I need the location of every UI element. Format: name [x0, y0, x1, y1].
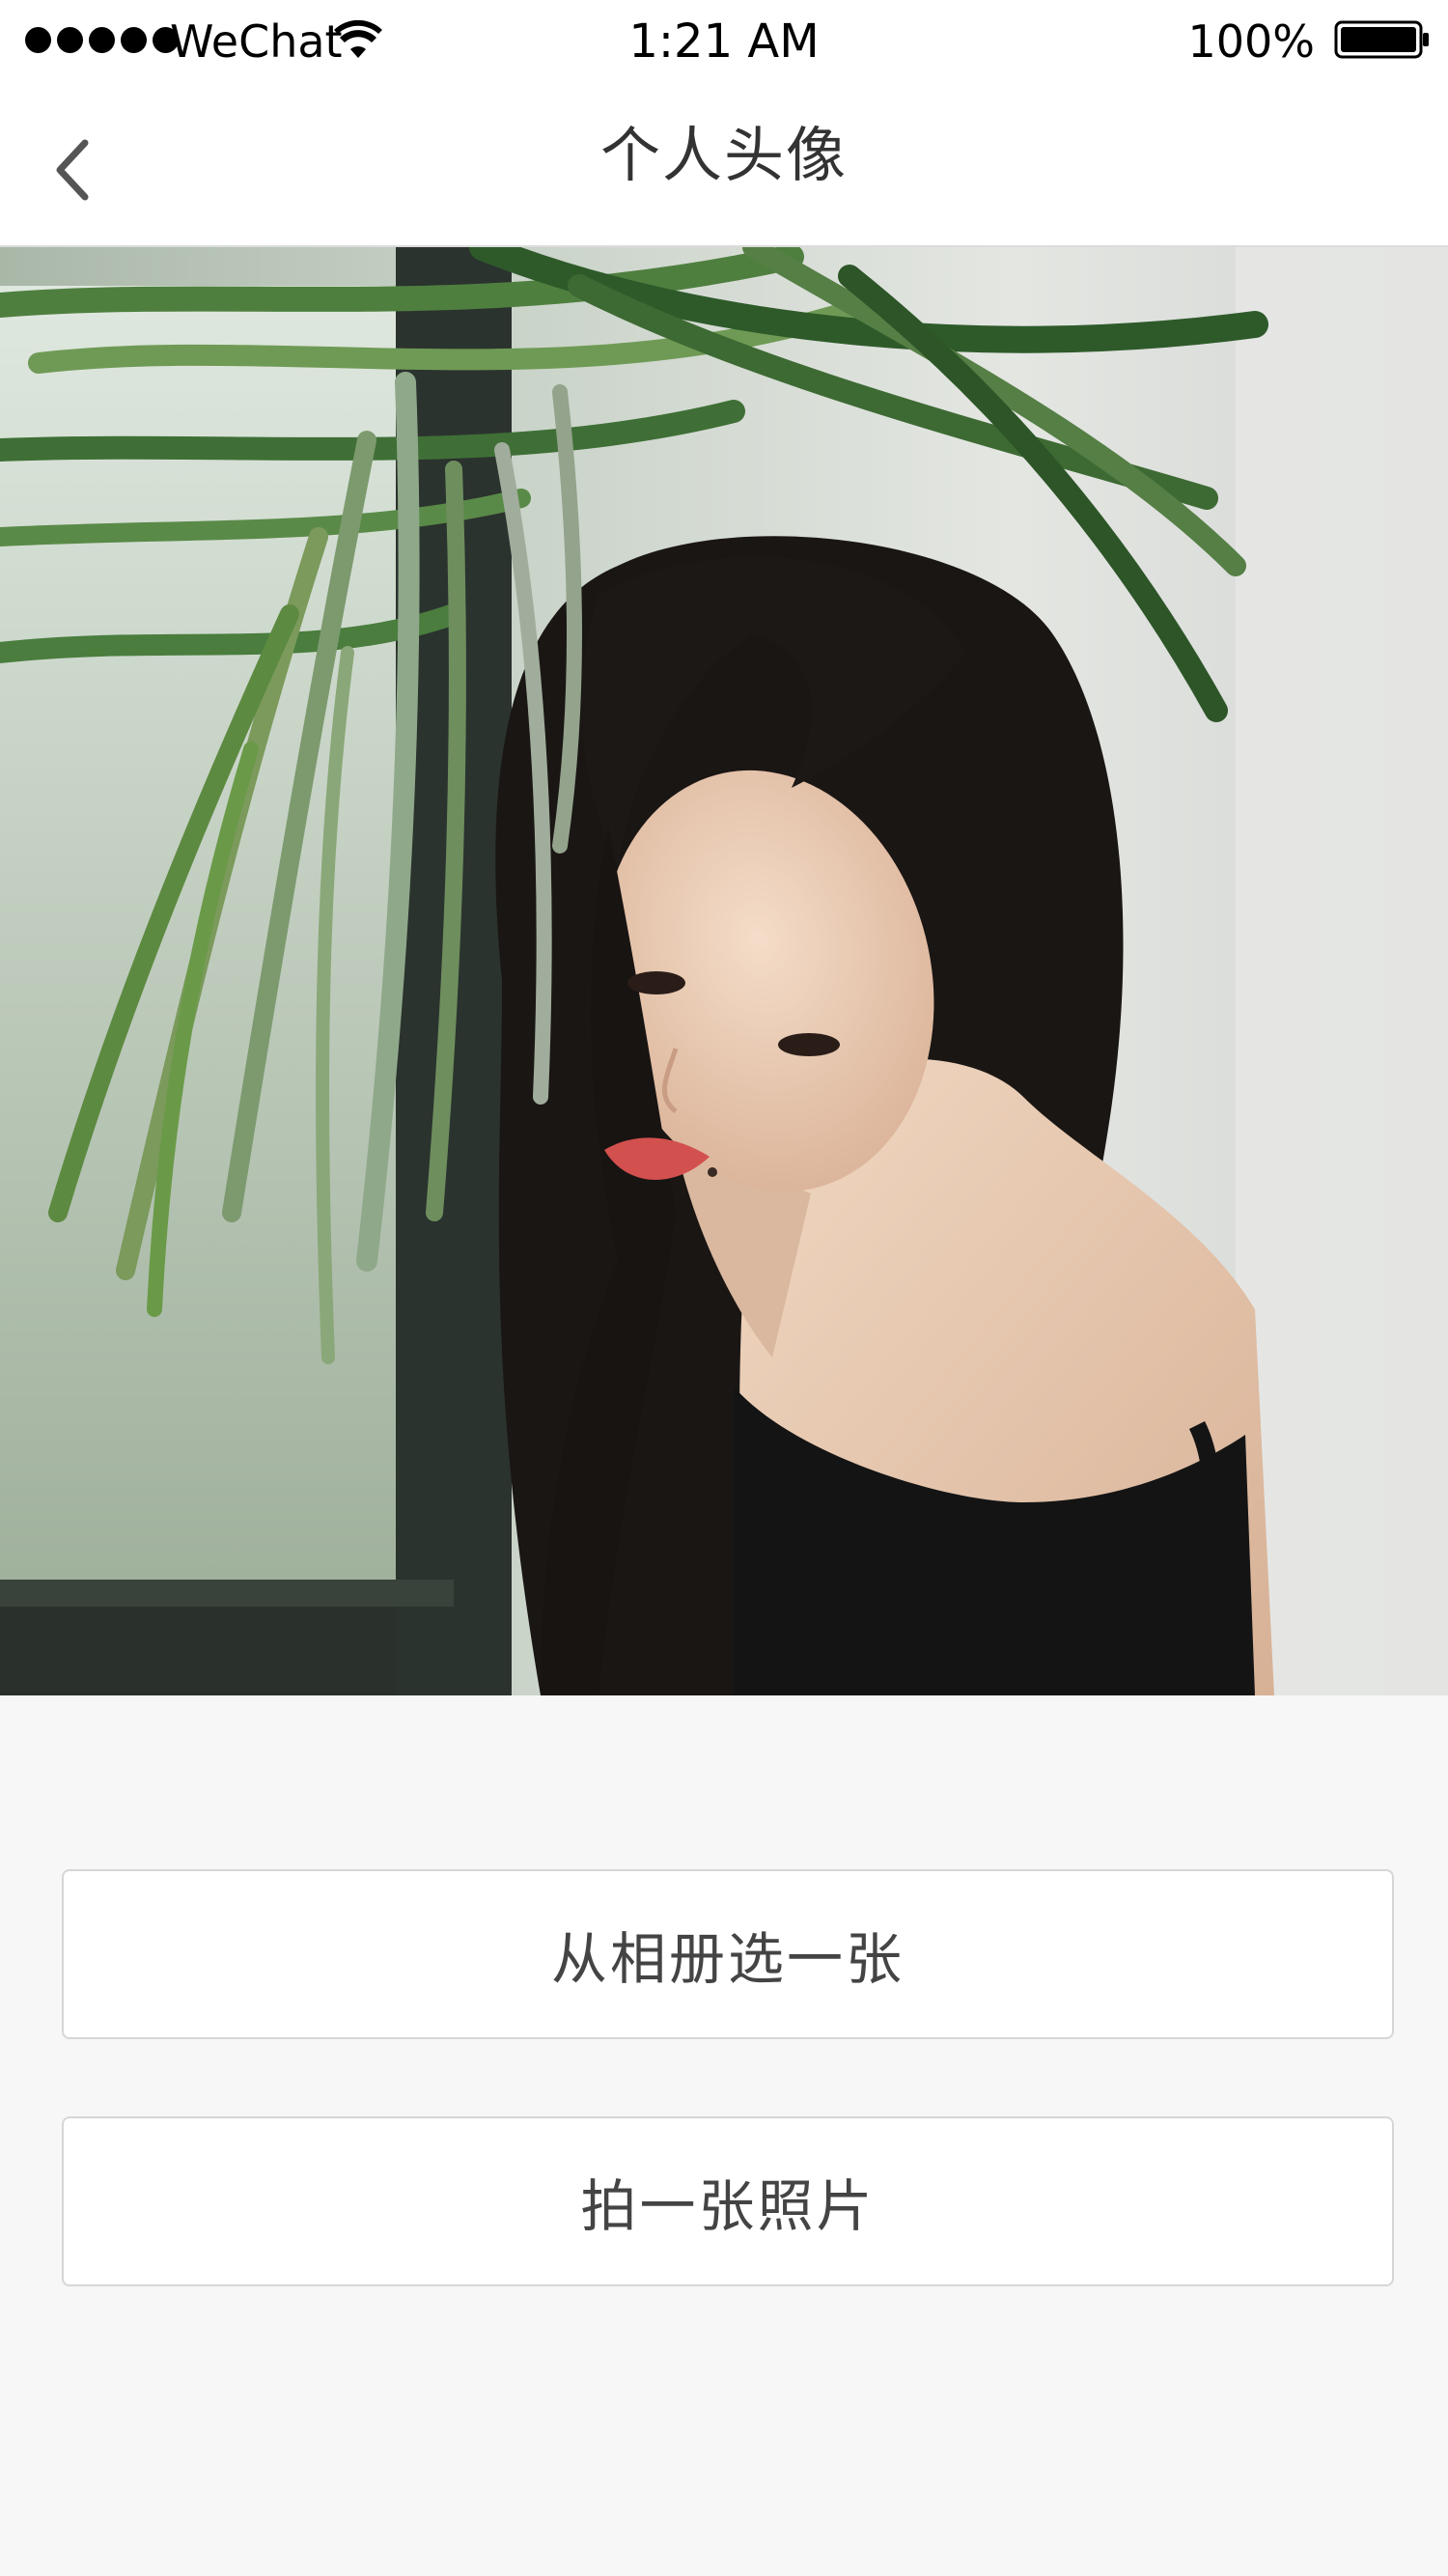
avatar-photo: [0, 247, 1448, 1695]
choose-from-album-label: 从相册选一张: [550, 1926, 905, 1992]
battery-full-icon: [1334, 20, 1429, 59]
profile-photo: [0, 247, 1448, 1695]
page-title: 个人头像: [599, 120, 848, 190]
battery-percentage: 100%: [1187, 15, 1315, 68]
navigation-bar: 个人头像: [0, 85, 1448, 247]
choose-from-album-button[interactable]: 从相册选一张: [62, 1869, 1394, 2039]
take-photo-label: 拍一张照片: [580, 2173, 876, 2239]
screen: WeChat 1:21 AM 100% 个人头像 从相册选一张 拍一张照片: [0, 0, 1448, 2576]
take-photo-button[interactable]: 拍一张照片: [62, 2116, 1394, 2286]
status-bar: WeChat 1:21 AM 100%: [0, 0, 1448, 85]
